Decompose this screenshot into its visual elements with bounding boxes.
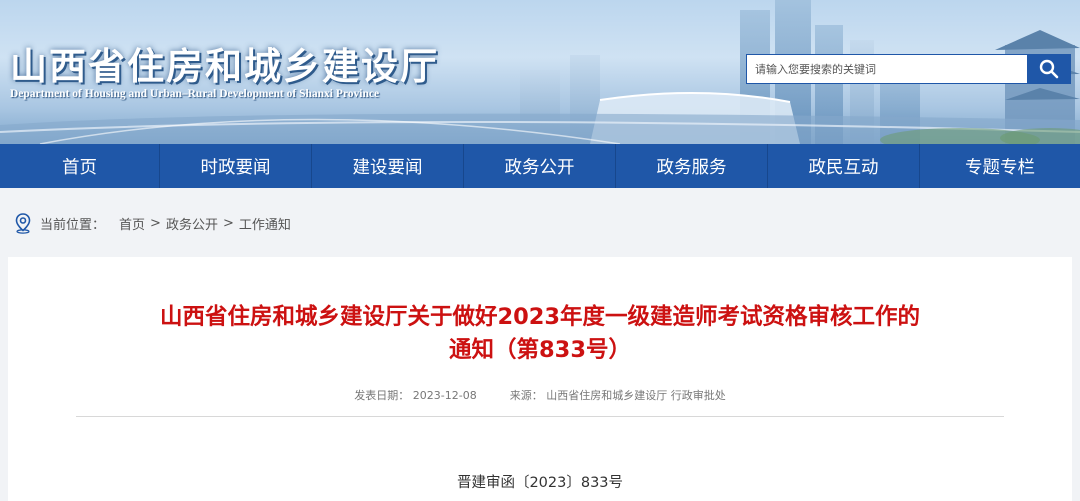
- publish-date: 2023-12-08: [412, 389, 477, 402]
- article-card: 山西省住房和城乡建设厅关于做好2023年度一级建造师考试资格审核工作的 通知（第…: [8, 257, 1072, 501]
- document-number: 晋建审函〔2023〕833号: [456, 475, 624, 491]
- nav-current-affairs[interactable]: 时政要闻: [160, 144, 312, 188]
- breadcrumb-government-affairs[interactable]: 政务公开: [166, 214, 218, 233]
- article-title-line-1: 山西省住房和城乡建设厅关于做好2023年度一级建造师考试资格审核工作的: [159, 304, 921, 330]
- breadcrumb-separator: >: [150, 215, 161, 231]
- article-title-line-2: 通知（第833号）: [449, 337, 631, 363]
- main-nav: 首页 时政要闻 建设要闻 政务公开 政务服务 政民互动 专题专栏: [0, 144, 1080, 188]
- date-label: 发表日期：: [354, 389, 410, 402]
- article-title: 山西省住房和城乡建设厅关于做好2023年度一级建造师考试资格审核工作的 通知（第…: [48, 301, 1032, 367]
- meta-divider: [76, 416, 1004, 417]
- nav-public-interaction[interactable]: 政民互动: [768, 144, 920, 188]
- source-label: 来源：: [509, 389, 543, 402]
- breadcrumb-label: 当前位置：: [40, 217, 106, 233]
- nav-government-services[interactable]: 政务服务: [616, 144, 768, 188]
- nav-home[interactable]: 首页: [0, 144, 160, 188]
- search-input[interactable]: [747, 55, 1027, 83]
- site-subtitle: Department of Housing and Urban–Rural De…: [10, 88, 380, 100]
- nav-special-topics[interactable]: 专题专栏: [920, 144, 1080, 188]
- nav-government-affairs-disclosure[interactable]: 政务公开: [464, 144, 616, 188]
- site-header: 山西省住房和城乡建设厅 Department of Housing and Ur…: [0, 0, 1080, 144]
- nav-construction-news[interactable]: 建设要闻: [312, 144, 464, 188]
- breadcrumb: 当前位置： 首页 > 政务公开 > 工作通知: [12, 211, 291, 235]
- breadcrumb-home[interactable]: 首页: [119, 214, 145, 233]
- article-source: 山西省住房和城乡建设厅 行政审批处: [546, 389, 726, 402]
- breadcrumb-separator: >: [222, 215, 234, 231]
- location-pin-icon: [15, 213, 31, 234]
- site-title: 山西省住房和城乡建设厅: [10, 44, 439, 88]
- search-box: [746, 54, 1071, 84]
- article-meta: 发表日期： 2023-12-08 来源： 山西省住房和城乡建设厅 行政审批处: [8, 387, 1072, 403]
- search-button[interactable]: [1027, 55, 1070, 83]
- breadcrumb-work-notices[interactable]: 工作通知: [239, 214, 291, 233]
- search-icon: [1039, 59, 1058, 79]
